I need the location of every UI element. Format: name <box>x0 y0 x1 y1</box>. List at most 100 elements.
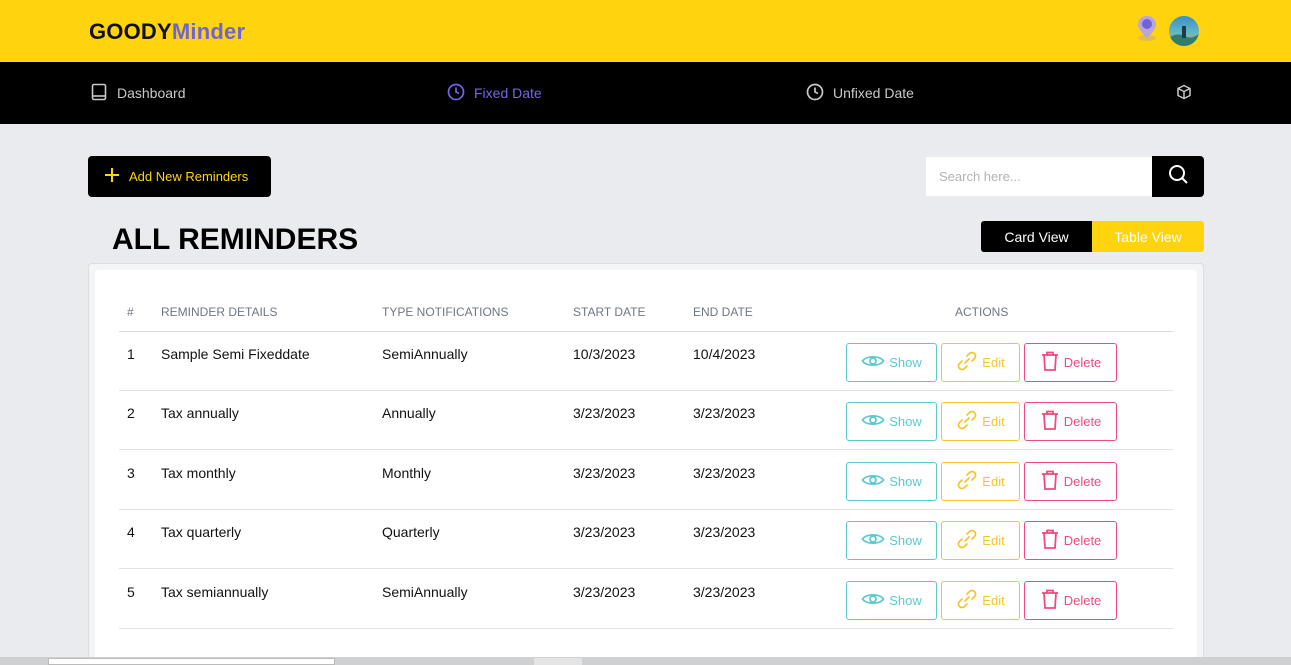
delete-label: Delete <box>1063 414 1102 429</box>
delete-label: Delete <box>1063 355 1102 370</box>
row-number: 4 <box>127 524 135 540</box>
show-label: Show <box>889 414 922 429</box>
nav-unfixed-date-label: Unfixed Date <box>833 85 914 101</box>
brand-part2: Minder <box>171 19 246 44</box>
user-avatar[interactable] <box>1169 16 1199 46</box>
delete-button[interactable]: Delete <box>1024 343 1117 382</box>
row-type: Quarterly <box>382 524 440 540</box>
nav-fixed-date[interactable]: Fixed Date <box>447 62 542 124</box>
row-end-date: 3/23/2023 <box>693 524 756 540</box>
edit-label: Edit <box>982 593 1005 608</box>
edit-button[interactable]: Edit <box>941 402 1020 441</box>
clock-icon <box>806 83 833 104</box>
trash-icon <box>1040 409 1064 434</box>
link-icon <box>956 469 982 494</box>
plus-icon <box>103 166 129 187</box>
table-row: 5 Tax semiannually SemiAnnually 3/23/202… <box>119 570 1173 629</box>
edit-button[interactable]: Edit <box>941 343 1020 382</box>
row-type: SemiAnnually <box>382 346 468 362</box>
row-type: SemiAnnually <box>382 584 468 600</box>
edit-label: Edit <box>982 355 1005 370</box>
show-button[interactable]: Show <box>846 402 937 441</box>
eye-icon <box>861 531 889 550</box>
add-new-reminders-label: Add New Reminders <box>129 169 249 184</box>
nav-unfixed-date[interactable]: Unfixed Date <box>806 62 914 124</box>
row-start-date: 3/23/2023 <box>573 524 636 540</box>
trash-icon <box>1040 528 1064 553</box>
delete-label: Delete <box>1063 593 1102 608</box>
edit-label: Edit <box>982 414 1005 429</box>
edit-label: Edit <box>982 474 1005 489</box>
clock-icon <box>447 83 474 104</box>
trash-icon <box>1040 350 1064 375</box>
show-button[interactable]: Show <box>846 462 937 501</box>
eye-icon <box>861 591 889 610</box>
row-start-date: 3/23/2023 <box>573 405 636 421</box>
row-details: Sample Semi Fixeddate <box>161 346 310 362</box>
row-start-date: 3/23/2023 <box>573 584 636 600</box>
row-end-date: 10/4/2023 <box>693 346 756 362</box>
delete-label: Delete <box>1063 533 1102 548</box>
eye-icon <box>861 353 889 372</box>
header-number: # <box>127 305 134 319</box>
edit-button[interactable]: Edit <box>941 462 1020 501</box>
top-bar: GOODYMinder <box>0 0 1291 62</box>
edit-button[interactable]: Edit <box>941 581 1020 620</box>
row-start-date: 3/23/2023 <box>573 465 636 481</box>
bottom-tab[interactable] <box>48 658 335 665</box>
table-row: 3 Tax monthly Monthly 3/23/2023 3/23/202… <box>119 451 1173 510</box>
location-pin-icon[interactable] <box>1134 13 1160 43</box>
search-icon <box>1167 163 1189 190</box>
delete-button[interactable]: Delete <box>1024 402 1117 441</box>
show-label: Show <box>889 474 922 489</box>
row-number: 5 <box>127 584 135 600</box>
header-reminder-details: REMINDER DETAILS <box>161 305 278 319</box>
nav-fixed-date-label: Fixed Date <box>474 85 542 101</box>
delete-button[interactable]: Delete <box>1024 581 1117 620</box>
link-icon <box>956 588 982 613</box>
link-icon <box>956 409 982 434</box>
row-end-date: 3/23/2023 <box>693 405 756 421</box>
delete-button[interactable]: Delete <box>1024 521 1117 560</box>
edit-button[interactable]: Edit <box>941 521 1020 560</box>
table-row: 1 Sample Semi Fixeddate SemiAnnually 10/… <box>119 332 1173 391</box>
bottom-scroll-thumb[interactable] <box>534 658 582 665</box>
header-actions: ACTIONS <box>955 305 1009 319</box>
delete-button[interactable]: Delete <box>1024 462 1117 501</box>
table-row: 4 Tax quarterly Quarterly 3/23/2023 3/23… <box>119 510 1173 569</box>
cube-icon <box>1176 84 1201 103</box>
row-number: 1 <box>127 346 135 362</box>
header-end-date: END DATE <box>693 305 753 319</box>
book-icon <box>90 83 117 104</box>
header-start-date: START DATE <box>573 305 646 319</box>
trash-icon <box>1040 588 1064 613</box>
search-input[interactable] <box>926 157 1152 196</box>
eye-icon <box>861 472 889 491</box>
table-row: 2 Tax annually Annually 3/23/2023 3/23/2… <box>119 391 1173 450</box>
show-button[interactable]: Show <box>846 521 937 560</box>
card-view-button[interactable]: Card View <box>981 221 1092 252</box>
delete-label: Delete <box>1063 474 1102 489</box>
search-button[interactable] <box>1152 156 1204 197</box>
show-button[interactable]: Show <box>846 581 937 620</box>
row-details: Tax monthly <box>161 465 236 481</box>
add-new-reminders-button[interactable]: Add New Reminders <box>88 156 271 197</box>
row-end-date: 3/23/2023 <box>693 584 756 600</box>
trash-icon <box>1040 469 1064 494</box>
show-label: Show <box>889 593 922 608</box>
row-start-date: 10/3/2023 <box>573 346 636 362</box>
row-details: Tax quarterly <box>161 524 242 540</box>
row-end-date: 3/23/2023 <box>693 465 756 481</box>
brand-logo[interactable]: GOODYMinder <box>89 19 245 45</box>
show-button[interactable]: Show <box>846 343 937 382</box>
nav-dashboard[interactable]: Dashboard <box>90 62 186 124</box>
table-view-button[interactable]: Table View <box>1092 221 1204 252</box>
nav-cube[interactable] <box>1176 62 1201 124</box>
nav-dashboard-label: Dashboard <box>117 85 186 101</box>
eye-icon <box>861 412 889 431</box>
row-details: Tax annually <box>161 405 239 421</box>
row-type: Monthly <box>382 465 432 481</box>
row-type: Annually <box>382 405 436 421</box>
row-details: Tax semiannually <box>161 584 269 600</box>
link-icon <box>956 350 982 375</box>
